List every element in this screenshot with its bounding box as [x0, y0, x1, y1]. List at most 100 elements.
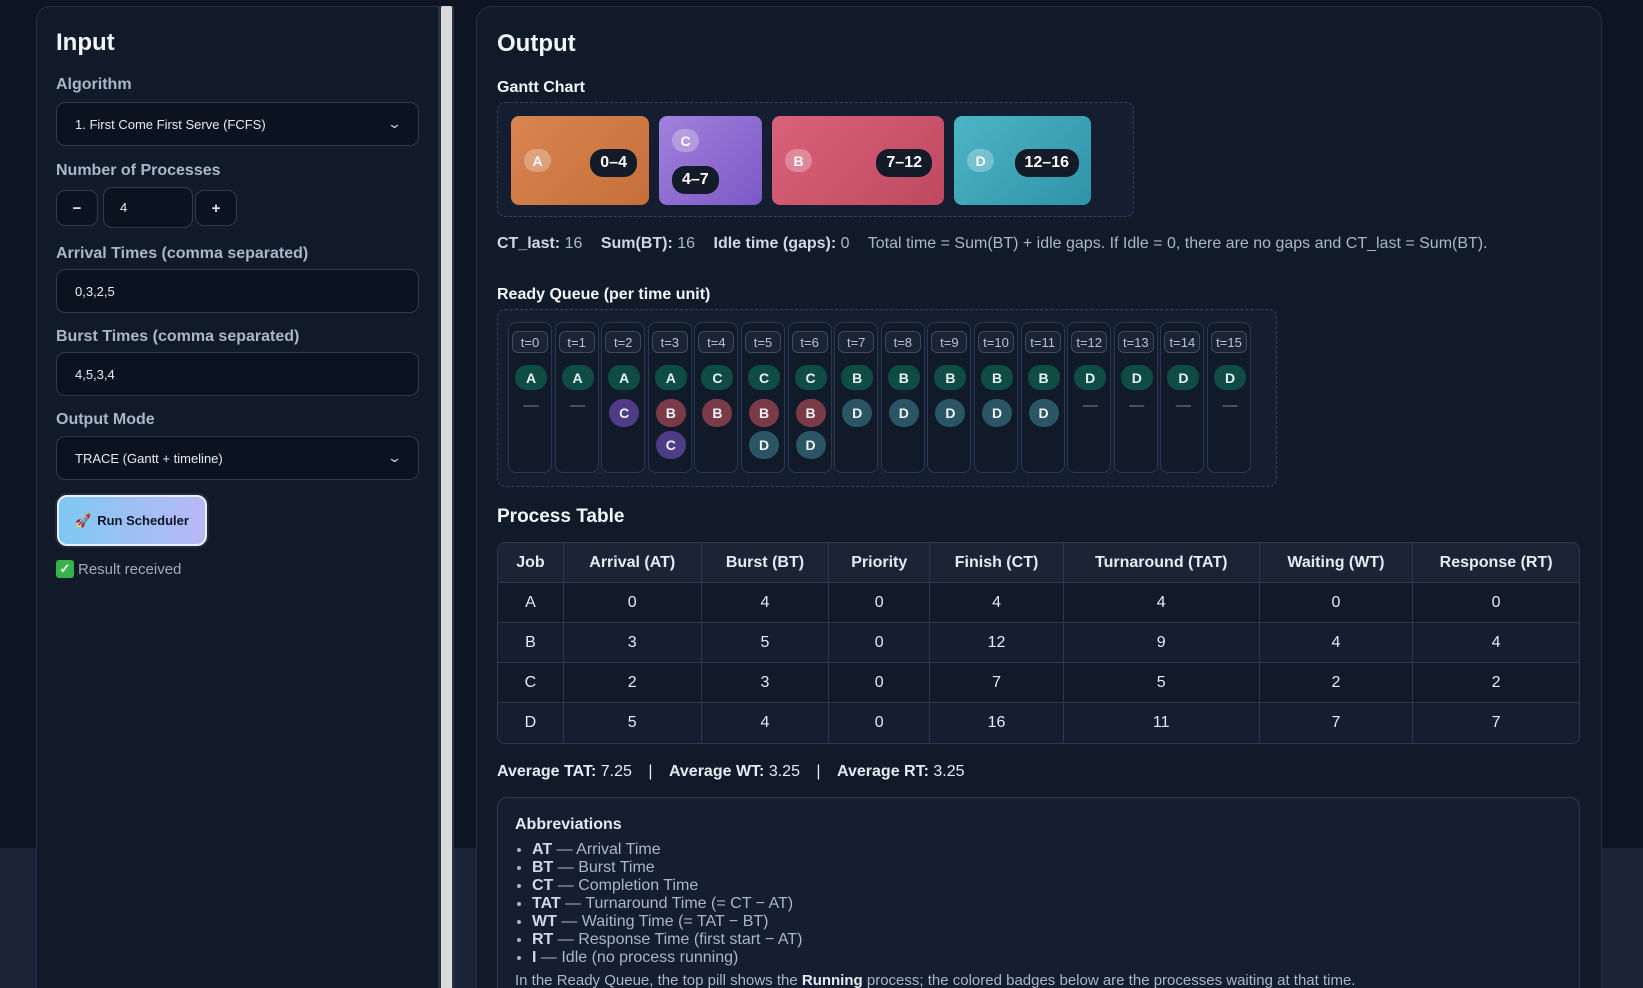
table-cell: 0 [829, 623, 931, 663]
running-process-pill: B [981, 365, 1013, 390]
abbreviation-text: — Completion Time [553, 877, 699, 894]
ready-queue-column: t=14 D — [1160, 322, 1205, 473]
empty-queue-marker: — [1175, 397, 1191, 414]
run-scheduler-button[interactable]: 🚀 Run Scheduler [57, 495, 207, 546]
running-process-pill: D [1074, 365, 1107, 390]
table-cell: 4 [701, 703, 830, 743]
scrollbar-thumb[interactable] [441, 6, 452, 988]
ready-queue-title: Ready Queue (per time unit) [497, 286, 711, 303]
waiting-process-badge: B [795, 399, 826, 427]
table-cell: 12 [930, 623, 1064, 663]
output-mode-label: Output Mode [56, 411, 155, 428]
ready-queue-column: t=11 B D [1020, 322, 1065, 473]
algorithm-select[interactable]: 1. First Come First Serve (FCFS) ⌄ [56, 102, 419, 146]
column-header: Priority [829, 543, 931, 583]
ready-queue-column: t=13 D — [1113, 322, 1158, 473]
table-cell: 4 [1413, 623, 1579, 663]
table-cell: 4 [930, 583, 1064, 623]
empty-queue-marker: — [570, 397, 586, 414]
time-label: t=6 [791, 331, 828, 353]
gantt-block-c: C 4–7 [659, 116, 762, 205]
running-process-pill: C [701, 365, 734, 390]
table-row: D 5 4 0 16 11 7 7 [498, 703, 1579, 743]
idle-time-label: Idle time (gaps): [713, 235, 837, 252]
empty-queue-marker: — [1222, 397, 1238, 414]
table-cell: 5 [701, 623, 830, 663]
note-text-start: In the Ready Queue, the top pill shows t… [515, 972, 798, 988]
table-cell: 0 [563, 583, 702, 623]
table-cell: 9 [1063, 623, 1260, 663]
ready-queue-column: t=3 A B C [647, 322, 692, 473]
abbreviation-key: BT [532, 859, 554, 876]
waiting-process-badge: B [702, 399, 733, 427]
avg-wt-label: Average WT: [668, 763, 765, 780]
gantt-time-range: 12–16 [1014, 149, 1079, 177]
note-text-end: process; the colored badges below are th… [866, 972, 1356, 988]
averages: Average TAT: 7.25 | Average WT: 3.25 | A… [497, 763, 965, 781]
checkmark-icon: ✓ [56, 560, 74, 578]
time-label: t=15 [1211, 331, 1247, 353]
separator: | [816, 763, 821, 780]
waiting-process-badge: D [888, 399, 919, 427]
ready-queue-column: t=1 A — [554, 322, 599, 473]
waiting-process-badge: D [1028, 399, 1059, 427]
table-cell: A [498, 583, 564, 623]
table-cell: 0 [829, 663, 931, 703]
time-label: t=10 [978, 331, 1014, 353]
ready-queue-column: t=4 C B [694, 322, 739, 473]
abbreviation-item: AT — Arrival Time [532, 841, 802, 859]
decrement-button[interactable]: − [56, 190, 98, 226]
total-time-note: Total time = Sum(BT) + idle gaps. If Idl… [867, 235, 1488, 252]
input-title: Input [56, 29, 115, 56]
abbreviation-item: WT — Waiting Time (= TAT − BT) [532, 913, 802, 931]
ready-queue-column: t=8 B D [880, 322, 925, 473]
abbreviation-text: — Arrival Time [552, 841, 661, 858]
num-processes-label: Number of Processes [56, 162, 221, 179]
abbreviation-item: BT — Burst Time [532, 859, 802, 877]
abbreviation-text: — Response Time (first start − AT) [553, 931, 803, 948]
table-cell: 3 [701, 663, 830, 703]
process-table: Job Arrival (AT) Burst (BT) Priority Finish … [497, 542, 1580, 744]
empty-queue-marker: — [523, 397, 539, 414]
running-process-pill: C [794, 365, 827, 390]
rocket-icon: 🚀 [75, 512, 92, 528]
abbreviation-item: CT — Completion Time [532, 877, 802, 895]
running-process-pill: D [1167, 365, 1200, 390]
ready-queue-note: In the Ready Queue, the top pill shows t… [515, 972, 1355, 988]
output-mode-select[interactable]: TRACE (Gantt + timeline) ⌄ [56, 436, 419, 480]
sum-bt-label: Sum(BT): [600, 235, 673, 252]
status-message: ✓ Result received [56, 560, 181, 578]
separator: | [648, 763, 653, 780]
table-cell: 7 [1259, 703, 1414, 743]
running-process-pill: D [1120, 365, 1153, 390]
process-table-title: Process Table [497, 506, 625, 527]
table-row: A0404400 [498, 583, 1579, 623]
time-label: t=13 [1117, 331, 1154, 353]
table-cell: 2 [563, 663, 702, 703]
output-mode-select-value: TRACE (Gantt + timeline) [75, 450, 223, 466]
table-cell: 3 [563, 623, 702, 663]
abbreviation-text: — Turnaround Time (= CT − AT) [560, 895, 794, 912]
waiting-process-badge: D [795, 431, 826, 459]
time-label: t=8 [884, 331, 921, 353]
gantt-block-b: B 7–12 [772, 116, 944, 205]
table-cell: 4 [1063, 583, 1260, 623]
abbreviations-title: Abbreviations [515, 816, 622, 833]
burst-times-input[interactable]: 4,5,3,4 [56, 352, 419, 396]
waiting-process-badge: D [982, 399, 1012, 427]
empty-queue-marker: — [1129, 397, 1145, 414]
ct-last-value: 16 [564, 235, 583, 252]
output-panel: Output Gantt Chart A 0–4 C 4–7 B 7–12 D 12–16 C… [476, 6, 1602, 988]
arrival-times-input[interactable]: 0,3,2,5 [56, 269, 419, 313]
abbreviation-key: WT [532, 913, 557, 930]
gantt-chart-title: Gantt Chart [497, 79, 585, 96]
num-processes-input[interactable]: 4 [103, 187, 193, 228]
gantt-stats: CT_last: 16 Sum(BT): 16 Idle time (gaps)… [497, 235, 1488, 253]
abbreviations-list: AT — Arrival TimeBT — Burst TimeCT — Com… [532, 841, 802, 967]
table-cell: 4 [701, 583, 830, 623]
column-header: Turnaround (TAT) [1063, 543, 1260, 583]
ready-queue-column: t=5 C B D [741, 322, 785, 473]
table-cell: 0 [1259, 583, 1414, 623]
increment-button[interactable]: + [195, 190, 237, 226]
abbreviation-text: — Burst Time [553, 859, 655, 876]
